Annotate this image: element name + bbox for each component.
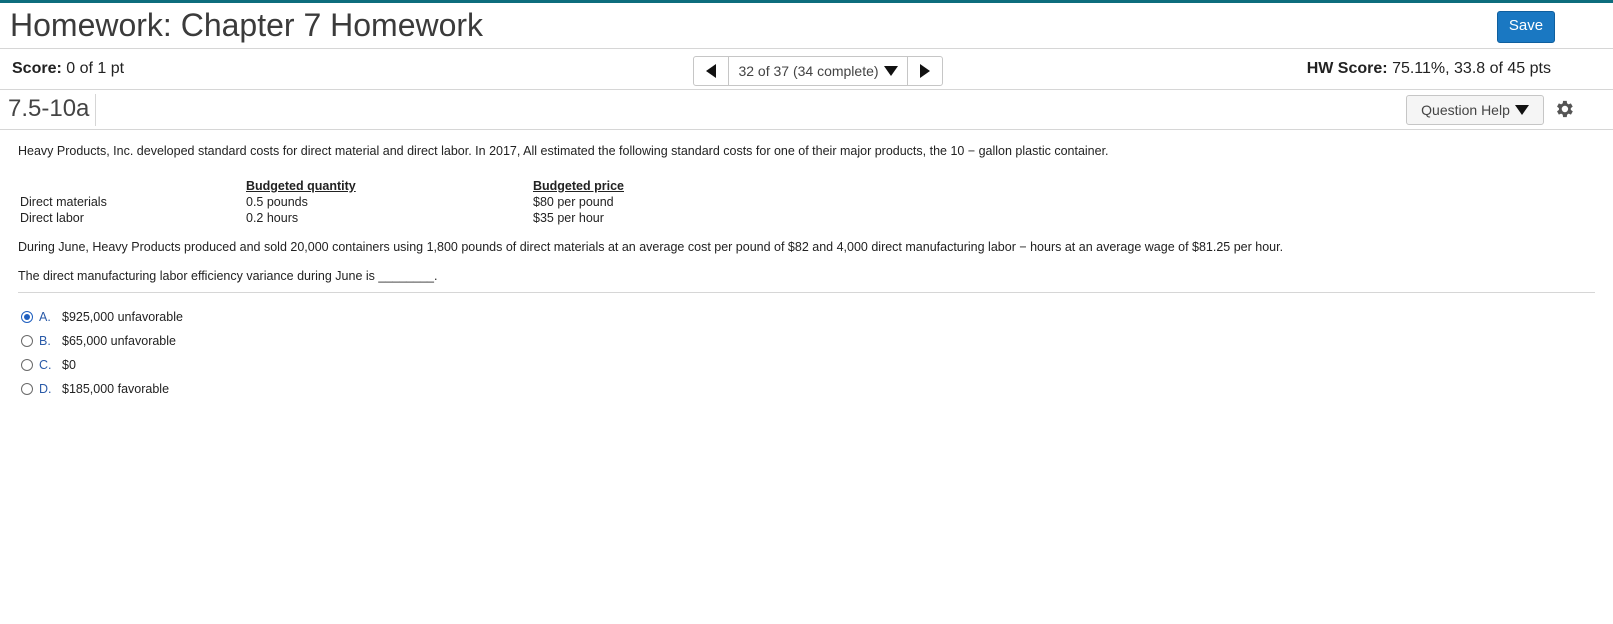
- score-value: 0 of 1 pt: [66, 60, 125, 77]
- question-id: 7.5-10a: [8, 94, 97, 126]
- next-question-button[interactable]: [907, 57, 942, 85]
- question-content: Heavy Products, Inc. developed standard …: [0, 130, 1613, 401]
- table-header-row: Budgeted quantity Budgeted price: [20, 178, 733, 194]
- scenario-text: During June, Heavy Products produced and…: [18, 240, 1284, 254]
- table-header: Budgeted quantity: [246, 179, 356, 193]
- question-bar: 7.5-10a Question Help: [0, 90, 1613, 130]
- gear-icon[interactable]: [1553, 98, 1575, 120]
- table-cell: $80 per pound: [533, 195, 614, 209]
- table-cell: Direct labor: [20, 211, 84, 225]
- question-help-button[interactable]: Question Help: [1406, 95, 1544, 125]
- standard-costs-table: Budgeted quantity Budgeted price Direct …: [20, 178, 733, 226]
- choice-text: $0: [62, 358, 76, 372]
- triangle-right-icon: [920, 64, 930, 78]
- previous-question-button[interactable]: [694, 57, 729, 85]
- table-row: Direct materials 0.5 pounds $80 per poun…: [20, 194, 733, 210]
- answer-choice-d[interactable]: D. $185,000 favorable: [18, 377, 1595, 401]
- score: Score: 0 of 1 pt: [12, 60, 124, 78]
- question-select-dropdown[interactable]: 32 of 37 (34 complete): [729, 57, 907, 85]
- page-title: Homework: Chapter 7 Homework: [10, 7, 484, 43]
- table-cell: 0.2 hours: [246, 211, 299, 225]
- table-row: Direct labor 0.2 hours $35 per hour: [20, 210, 733, 226]
- question-progress-text: 32 of 37 (34 complete): [738, 63, 879, 79]
- hw-score: HW Score: 75.11%, 33.8 of 45 pts: [1307, 60, 1551, 78]
- answer-choices: A. $925,000 unfavorable B. $65,000 unfav…: [18, 305, 1595, 401]
- score-label: Score:: [12, 60, 62, 77]
- hw-score-value: 75.11%, 33.8 of 45 pts: [1392, 60, 1551, 77]
- choice-text: $65,000 unfavorable: [62, 334, 176, 348]
- radio-button[interactable]: [21, 359, 33, 371]
- page-header: Homework: Chapter 7 Homework Save: [0, 3, 1613, 49]
- choice-text: $925,000 unfavorable: [62, 310, 183, 324]
- hw-score-label: HW Score:: [1306, 60, 1388, 77]
- table-header: Budgeted price: [533, 179, 624, 193]
- answer-choice-c[interactable]: C. $0: [18, 353, 1595, 377]
- question-navigator: 32 of 37 (34 complete): [693, 56, 943, 86]
- table-cell: 0.5 pounds: [246, 195, 308, 209]
- radio-button-selected[interactable]: [21, 311, 33, 323]
- question-text: The direct manufacturing labor efficienc…: [18, 269, 1595, 293]
- choice-letter: C.: [39, 358, 52, 372]
- choice-letter: B.: [39, 334, 51, 348]
- answer-choice-a[interactable]: A. $925,000 unfavorable: [18, 305, 1595, 329]
- radio-button[interactable]: [21, 335, 33, 347]
- table-cell: $35 per hour: [533, 211, 604, 225]
- radio-button[interactable]: [21, 383, 33, 395]
- save-button[interactable]: Save: [1497, 11, 1555, 43]
- table-cell: Direct materials: [20, 195, 107, 209]
- table-header: [20, 178, 246, 194]
- choice-letter: D.: [39, 382, 52, 396]
- score-bar: Score: 0 of 1 pt 32 of 37 (34 complete) …: [0, 49, 1613, 90]
- choice-letter: A.: [39, 310, 51, 324]
- triangle-left-icon: [706, 64, 716, 78]
- choice-text: $185,000 favorable: [62, 382, 170, 396]
- question-help-label: Question Help: [1421, 102, 1510, 118]
- answer-choice-b[interactable]: B. $65,000 unfavorable: [18, 329, 1595, 353]
- triangle-down-icon: [1514, 105, 1529, 115]
- triangle-down-icon: [883, 66, 898, 76]
- intro-text: Heavy Products, Inc. developed standard …: [18, 144, 1109, 158]
